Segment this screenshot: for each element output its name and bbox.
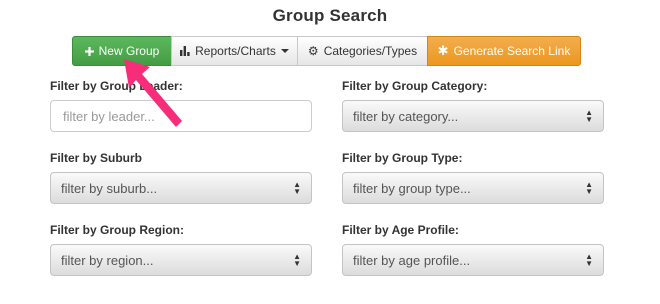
categories-types-label: Categories/Types [323,44,418,58]
plus-icon [84,46,94,56]
reports-charts-label: Reports/Charts [195,44,276,58]
category-filter-select[interactable]: filter by category... ▲ ▼ [342,100,604,132]
suburb-filter-value: filter by suburb... [61,180,158,196]
age-profile-filter-value: filter by age profile... [353,252,471,268]
select-arrows-icon: ▲ ▼ [585,108,593,124]
region-filter-select[interactable]: filter by region... ▲ ▼ [50,244,312,276]
chevron-down-icon [280,49,289,53]
pointer-arrow-icon [124,59,182,127]
group-type-filter-label: Filter by Group Type: [342,151,463,165]
region-filter-value: filter by region... [61,252,154,268]
asterisk-icon: ✱ [437,43,449,58]
group-type-filter-value: filter by group type... [353,180,471,196]
categories-types-button[interactable]: ⚙ Categories/Types [297,36,428,66]
select-arrows-icon: ▲ ▼ [585,180,593,196]
select-arrows-icon: ▲ ▼ [585,252,593,268]
select-arrows-icon: ▲ ▼ [293,252,301,268]
category-filter-label: Filter by Group Category: [342,79,488,93]
suburb-filter-label: Filter by Suburb [50,151,143,165]
group-type-filter-select[interactable]: filter by group type... ▲ ▼ [342,172,604,204]
region-filter-label: Filter by Group Region: [50,223,184,237]
age-profile-filter-select[interactable]: filter by age profile... ▲ ▼ [342,244,604,276]
suburb-filter-select[interactable]: filter by suburb... ▲ ▼ [50,172,312,204]
generate-search-link-label: Generate Search Link [453,44,571,58]
age-profile-filter-label: Filter by Age Profile: [342,223,459,237]
select-arrows-icon: ▲ ▼ [293,180,301,196]
gear-icon: ⚙ [307,44,319,58]
page-title: Group Search [272,6,388,25]
category-filter-value: filter by category... [353,108,459,124]
generate-search-link-button[interactable]: ✱ Generate Search Link [427,36,581,66]
reports-charts-button[interactable]: Reports/Charts [171,36,298,66]
